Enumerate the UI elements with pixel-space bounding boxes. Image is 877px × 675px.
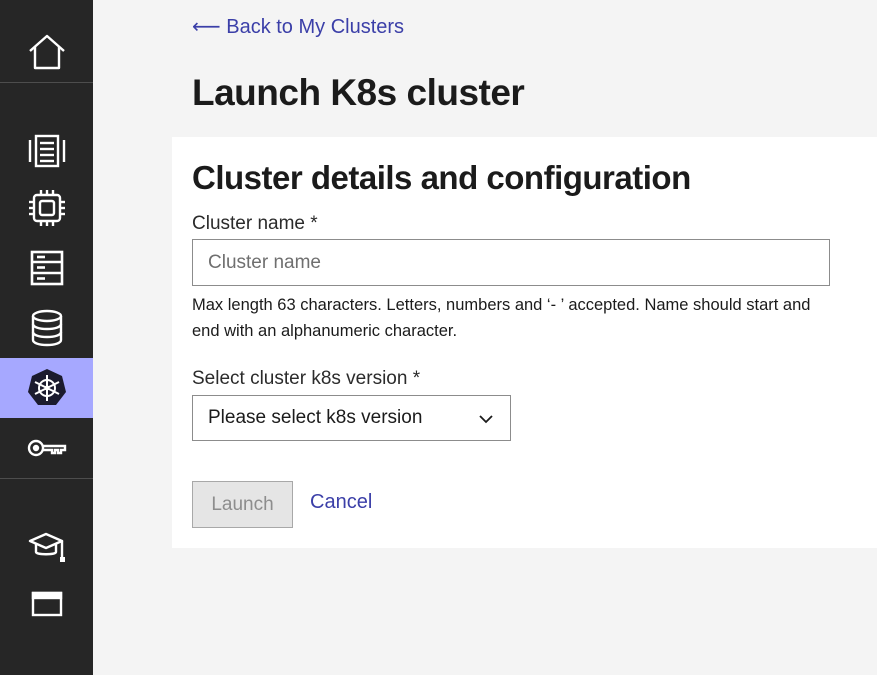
nav-home[interactable]: [0, 22, 93, 82]
chip-icon: [27, 188, 67, 228]
nav-divider: [0, 478, 93, 479]
kubernetes-icon: [26, 367, 68, 409]
browser-window-icon: [31, 590, 63, 618]
cluster-name-label: Cluster name *: [192, 213, 318, 234]
nav-database[interactable]: [0, 298, 93, 358]
k8s-version-selected-value: Please select k8s version: [208, 407, 423, 428]
page-title: Launch K8s cluster: [192, 72, 525, 113]
launch-button[interactable]: Launch: [192, 481, 293, 528]
cluster-config-card: Cluster details and configuration Cluste…: [172, 137, 877, 548]
cancel-link[interactable]: Cancel: [310, 491, 372, 514]
key-icon: [27, 437, 67, 459]
k8s-version-label: Select cluster k8s version *: [192, 368, 421, 389]
graduation-cap-icon: [28, 530, 66, 564]
sidebar-nav: [0, 0, 93, 675]
nav-storage[interactable]: [0, 238, 93, 298]
k8s-version-select[interactable]: Please select k8s version: [192, 395, 511, 441]
storage-list-icon: [29, 250, 65, 286]
server-rack-icon: [28, 134, 66, 168]
cluster-name-helper-text: Max length 63 characters. Letters, numbe…: [192, 296, 811, 340]
back-to-clusters-link[interactable]: ⟵ Back to My Clusters: [192, 14, 404, 39]
nav-divider: [0, 82, 93, 83]
home-icon: [27, 33, 67, 71]
cluster-name-input[interactable]: [192, 239, 830, 286]
nav-servers[interactable]: [0, 121, 93, 181]
nav-kubernetes[interactable]: [0, 358, 93, 418]
database-icon: [30, 309, 64, 347]
nav-learning[interactable]: [0, 517, 93, 577]
nav-console[interactable]: [0, 574, 93, 634]
nav-keys[interactable]: [0, 418, 93, 478]
form-title: Cluster details and configuration: [192, 159, 691, 196]
nav-compute[interactable]: [0, 178, 93, 238]
